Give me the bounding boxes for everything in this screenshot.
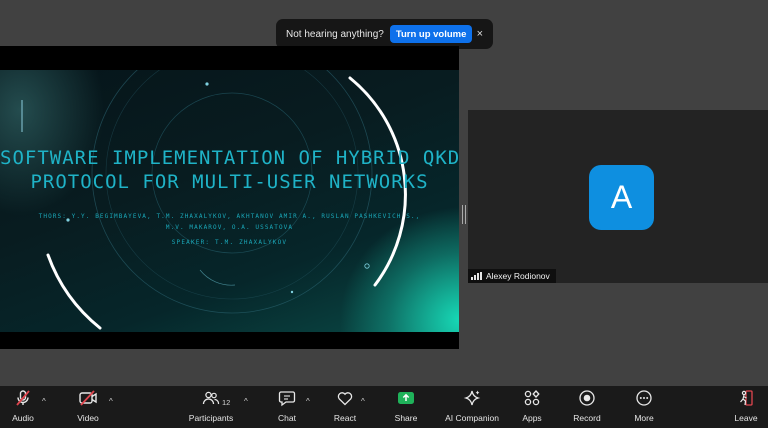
shared-screen: SOFTWARE IMPLEMENTATION OF HYBRID QKD PR… bbox=[0, 46, 459, 349]
heart-icon bbox=[336, 386, 354, 410]
record-button[interactable]: Record bbox=[572, 386, 602, 428]
slide-title-line-1: SOFTWARE IMPLEMENTATION OF HYBRID QKD bbox=[0, 147, 459, 169]
audio-label: Audio bbox=[12, 413, 34, 423]
ai-companion-label: AI Companion bbox=[445, 413, 499, 423]
react-options-chevron-icon[interactable]: ^ bbox=[361, 397, 365, 406]
apps-label: Apps bbox=[522, 413, 542, 423]
slide-authors-line-2: M.V. MAKAROV, O.A. USSATOVA bbox=[165, 224, 294, 231]
participant-name-tag: Alexey Rodionov bbox=[468, 269, 556, 283]
chat-bubble-icon bbox=[278, 386, 296, 410]
share-button[interactable]: Share bbox=[392, 386, 420, 428]
slide-title-line-2: PROTOCOL FOR MULTI-USER NETWORKS bbox=[30, 171, 429, 193]
react-button[interactable]: React bbox=[331, 386, 359, 428]
leave-label: Leave bbox=[734, 413, 758, 423]
banner-message: Not hearing anything? bbox=[286, 28, 384, 40]
slide-speaker: SPEAKER: T.M. ZHAXALYKOV bbox=[171, 239, 288, 246]
signal-strength-icon bbox=[471, 272, 482, 280]
split-resize-handle[interactable] bbox=[462, 205, 466, 224]
slide-authors-line-1: THORS: Y.Y. BEGIMBAYEVA, T.M. ZHAXALYKOV… bbox=[38, 213, 421, 220]
slide-background-art bbox=[21, 70, 407, 330]
audio-button[interactable]: Audio bbox=[8, 386, 38, 428]
more-label: More bbox=[634, 413, 654, 423]
leave-button[interactable]: Leave bbox=[733, 386, 759, 428]
video-options-chevron-icon[interactable]: ^ bbox=[109, 397, 113, 406]
video-camera-off-icon bbox=[78, 386, 98, 410]
ellipsis-circle-icon bbox=[635, 386, 653, 410]
react-label: React bbox=[333, 413, 357, 423]
chat-options-chevron-icon[interactable]: ^ bbox=[306, 397, 310, 406]
apps-button[interactable]: Apps bbox=[519, 386, 545, 428]
leave-door-icon bbox=[737, 386, 755, 410]
avatar: A bbox=[589, 165, 654, 230]
participants-label: Participants bbox=[188, 413, 234, 423]
presentation-slide: SOFTWARE IMPLEMENTATION OF HYBRID QKD PR… bbox=[0, 70, 459, 332]
video-label: Video bbox=[77, 413, 99, 423]
participants-options-chevron-icon[interactable]: ^ bbox=[244, 397, 248, 406]
audio-notification-banner: Not hearing anything? Turn up volume × bbox=[276, 19, 493, 49]
chat-label: Chat bbox=[278, 413, 296, 423]
ai-companion-button[interactable]: AI Companion bbox=[442, 386, 502, 428]
record-label: Record bbox=[573, 413, 601, 423]
audio-options-chevron-icon[interactable]: ^ bbox=[42, 397, 46, 406]
people-icon bbox=[202, 386, 220, 410]
sparkle-icon bbox=[463, 386, 481, 410]
share-screen-arrow-icon bbox=[397, 386, 415, 410]
apps-grid-icon bbox=[523, 386, 541, 410]
participant-name: Alexey Rodionov bbox=[486, 271, 550, 281]
participants-button[interactable]: Participants bbox=[186, 386, 236, 428]
microphone-muted-icon bbox=[14, 386, 32, 410]
slide-title: SOFTWARE IMPLEMENTATION OF HYBRID QKD PR… bbox=[0, 146, 459, 194]
video-button[interactable]: Video bbox=[73, 386, 103, 428]
participant-video-tile[interactable]: A Alexey Rodionov bbox=[468, 110, 768, 283]
participants-count: 12 bbox=[222, 398, 231, 407]
close-icon[interactable]: × bbox=[477, 28, 483, 40]
more-button[interactable]: More bbox=[631, 386, 657, 428]
turn-up-volume-button[interactable]: Turn up volume bbox=[389, 25, 473, 43]
meeting-toolbar: Audio ^ Video ^ Participants 12 ^ Chat ^… bbox=[0, 386, 768, 428]
share-label: Share bbox=[394, 413, 418, 423]
slide-authors: THORS: Y.Y. BEGIMBAYEVA, T.M. ZHAXALYKOV… bbox=[0, 211, 459, 233]
chat-button[interactable]: Chat bbox=[274, 386, 300, 428]
record-circle-icon bbox=[578, 386, 596, 410]
